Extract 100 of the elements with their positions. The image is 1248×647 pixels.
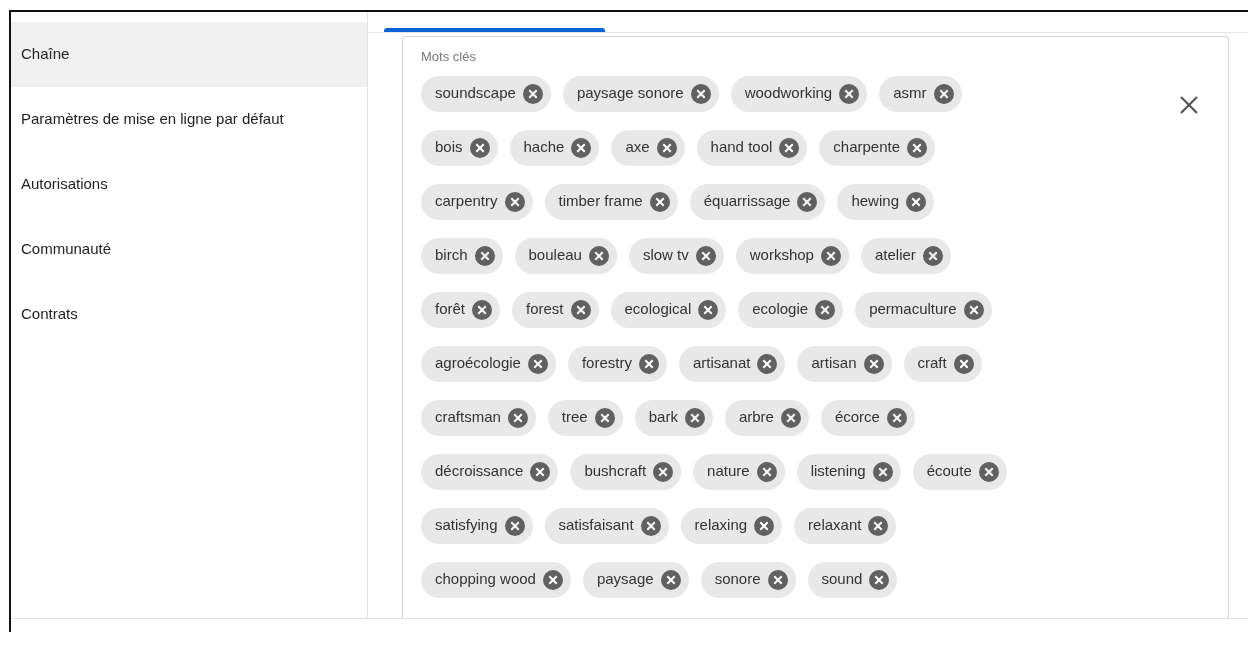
keyword-text: workshop <box>749 245 814 266</box>
remove-icon[interactable] <box>839 83 860 104</box>
remove-icon[interactable] <box>780 407 801 428</box>
remove-icon[interactable] <box>922 245 943 266</box>
keyword-text: artisanat <box>692 353 751 374</box>
remove-icon[interactable] <box>507 407 528 428</box>
keyword-text: agroécologie <box>435 353 521 374</box>
remove-icon[interactable] <box>963 299 984 320</box>
remove-icon[interactable] <box>906 191 926 212</box>
keyword-text: woodworking <box>744 83 833 104</box>
keyword-text: forêt <box>435 299 465 320</box>
remove-icon[interactable] <box>757 353 778 374</box>
remove-icon[interactable] <box>886 407 907 428</box>
keyword-text: écoute <box>926 461 972 482</box>
keyword-text: listening <box>810 461 866 482</box>
remove-icon[interactable] <box>653 461 674 482</box>
keyword-text: hache <box>523 137 565 158</box>
remove-icon[interactable] <box>640 515 661 536</box>
keyword-text: artisan <box>811 353 857 374</box>
remove-icon[interactable] <box>695 245 716 266</box>
keyword-text: paysage sonore <box>576 83 684 104</box>
keyword-text: paysage <box>596 569 654 590</box>
keyword-text: asmr <box>893 83 927 104</box>
remove-icon[interactable] <box>649 191 670 212</box>
keyword-text: axe <box>625 137 650 158</box>
keyword-text: forest <box>526 299 564 320</box>
remove-icon[interactable] <box>872 461 893 482</box>
keyword-text: nature <box>707 461 750 482</box>
remove-icon[interactable] <box>542 569 563 590</box>
keyword-text: décroissance <box>435 461 524 482</box>
keyword-text: chopping wood <box>435 569 536 590</box>
keyword-text: soundscape <box>435 83 516 104</box>
keyword-text: tree <box>561 407 588 428</box>
remove-icon[interactable] <box>684 407 705 428</box>
keyword-text: sonore <box>714 569 761 590</box>
remove-icon[interactable] <box>754 515 775 536</box>
keyword-text: bois <box>435 137 463 158</box>
keyword-text: sound <box>821 569 863 590</box>
keyword-text: timber frame <box>558 191 643 212</box>
sidebar-item[interactable]: Autorisations <box>11 152 367 217</box>
remove-icon[interactable] <box>527 353 548 374</box>
keyword-text: forestry <box>581 353 632 374</box>
remove-icon[interactable] <box>815 299 836 320</box>
sidebar-item[interactable]: Contrats <box>11 282 367 347</box>
remove-icon[interactable] <box>820 245 841 266</box>
sidebar-item[interactable]: Paramètres de mise en ligne par défaut <box>11 87 367 152</box>
keyword-text: ecological <box>624 299 692 320</box>
keyword-text: écorce <box>834 407 880 428</box>
remove-icon[interactable] <box>656 137 677 158</box>
field-label: Mots clés <box>421 48 477 66</box>
remove-icon[interactable] <box>953 353 974 374</box>
keyword-text: hand tool <box>710 137 773 158</box>
remove-icon[interactable] <box>530 461 551 482</box>
keyword-text: charpente <box>833 137 901 158</box>
remove-icon[interactable] <box>907 137 928 158</box>
remove-icon[interactable] <box>978 461 999 482</box>
keyword-text: bark <box>648 407 678 428</box>
remove-icon[interactable] <box>690 83 711 104</box>
keyword-text: bushcraft <box>584 461 647 482</box>
remove-icon[interactable] <box>571 137 592 158</box>
remove-icon[interactable] <box>570 299 591 320</box>
remove-icon[interactable] <box>504 515 525 536</box>
remove-icon[interactable] <box>504 191 525 212</box>
keyword-text: bouleau <box>528 245 582 266</box>
sidebar-item[interactable]: Chaîne <box>11 22 367 87</box>
keyword-text: slow tv <box>642 245 689 266</box>
remove-icon[interactable] <box>767 569 788 590</box>
remove-icon[interactable] <box>638 353 659 374</box>
remove-icon[interactable] <box>474 245 495 266</box>
remove-icon[interactable] <box>588 245 609 266</box>
remove-icon[interactable] <box>797 191 818 212</box>
close-icon[interactable] <box>1178 94 1200 116</box>
remove-icon[interactable] <box>522 83 543 104</box>
remove-icon[interactable] <box>756 461 777 482</box>
remove-icon[interactable] <box>660 569 681 590</box>
keyword-text: hewing <box>851 191 899 212</box>
keyword-text: permaculture <box>869 299 957 320</box>
keyword-text: carpentry <box>435 191 498 212</box>
keyword-text: relaxant <box>808 515 862 536</box>
remove-icon[interactable] <box>933 83 954 104</box>
remove-icon[interactable] <box>868 515 889 536</box>
keyword-text: arbre <box>738 407 774 428</box>
keyword-text: craft <box>917 353 947 374</box>
keyword-text: satisfying <box>435 515 498 536</box>
remove-icon[interactable] <box>594 407 615 428</box>
keyword-text: satisfaisant <box>558 515 634 536</box>
keyword-text: atelier <box>874 245 916 266</box>
remove-icon[interactable] <box>779 137 800 158</box>
keyword-text: craftsman <box>435 407 501 428</box>
remove-icon[interactable] <box>698 299 719 320</box>
remove-icon[interactable] <box>863 353 884 374</box>
remove-icon[interactable] <box>472 299 492 320</box>
keyword-text: équarrissage <box>703 191 791 212</box>
keyword-text: ecologie <box>752 299 809 320</box>
keyword-text: birch <box>435 245 468 266</box>
remove-icon[interactable] <box>469 137 490 158</box>
remove-icon[interactable] <box>869 569 890 590</box>
keyword-text: relaxing <box>694 515 748 536</box>
sidebar-item[interactable]: Communauté <box>11 217 367 282</box>
keywords-field[interactable] <box>402 36 1229 618</box>
